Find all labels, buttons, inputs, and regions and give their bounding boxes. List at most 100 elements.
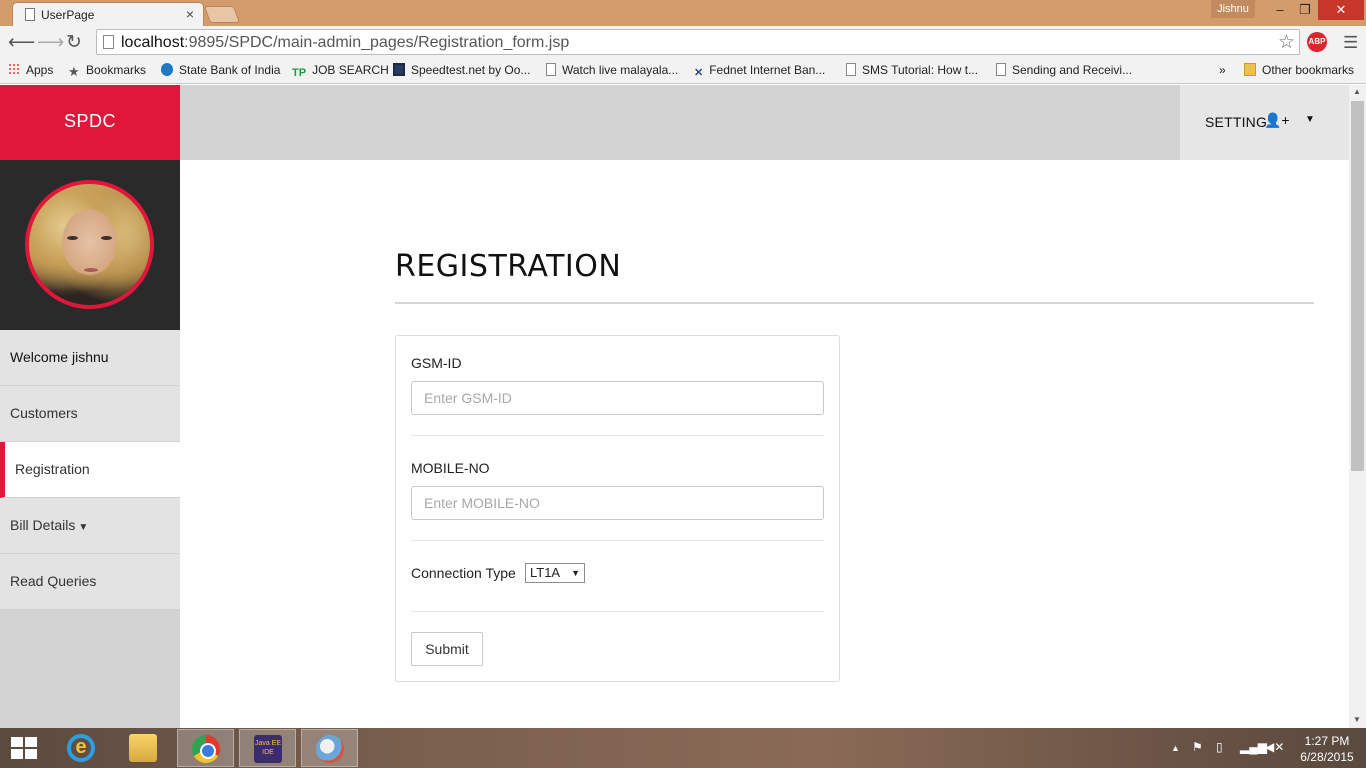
maximize-button[interactable]: ❐ <box>1293 0 1317 20</box>
registration-form: GSM-ID MOBILE-NO Connection Type LT1A ▼ … <box>395 335 840 682</box>
page-icon <box>996 63 1006 76</box>
bookmark-apps[interactable]: Apps <box>8 63 53 77</box>
internet-explorer-icon: e <box>67 734 95 762</box>
browser-toolbar: ⟵ ⟶ ↻ localhost:9895/SPDC/main-admin_pag… <box>0 26 1366 59</box>
bookmarks-overflow-button[interactable]: » <box>1219 63 1226 77</box>
tab-title: UserPage <box>41 8 95 22</box>
mobile-no-input[interactable] <box>411 486 824 520</box>
bookmark-speedtest[interactable]: Speedtest.net by Oo... <box>393 63 530 77</box>
star-icon: ★ <box>68 64 80 79</box>
java-ee-ide-icon: Java EE IDE <box>254 735 282 763</box>
taskbar-chrome[interactable] <box>177 729 234 767</box>
sidebar-item-bill-details[interactable]: Bill Details ▼ <box>0 498 180 554</box>
title-divider <box>395 302 1314 304</box>
brand-logo[interactable]: SPDC <box>0 85 180 160</box>
url-text[interactable]: localhost:9895/SPDC/main-admin_pages/Reg… <box>121 34 569 52</box>
action-center-flag-icon[interactable]: ⚑ <box>1192 740 1203 754</box>
bookmark-job-search[interactable]: TP JOB SEARCH <box>292 63 389 80</box>
browser-titlebar: UserPage × Jishnu – ❐ ✕ <box>0 0 1366 26</box>
sidebar-item-customers[interactable]: Customers <box>0 386 180 442</box>
network-signal-icon[interactable]: ▂▄▆ <box>1240 740 1267 754</box>
caret-down-icon: ▼ <box>1305 114 1315 125</box>
connection-type-value: LT1A <box>530 565 561 580</box>
page-viewport: SETTINGS 👤+ ▼ SPDC Welcome jishnu Custom… <box>0 85 1349 728</box>
top-navbar <box>180 85 1349 160</box>
avatar <box>25 180 154 309</box>
gsm-id-input[interactable] <box>411 381 824 415</box>
speedtest-icon <box>393 63 405 76</box>
clock-time: 1:27 PM <box>1304 734 1350 748</box>
system-clock[interactable]: 1:27 PM 6/28/2015 <box>1292 733 1362 765</box>
avatar-mouth <box>84 268 98 272</box>
taskbar-file-explorer[interactable] <box>115 729 172 767</box>
reload-icon[interactable]: ↻ <box>66 31 82 54</box>
close-window-button[interactable]: ✕ <box>1318 0 1364 20</box>
bookmark-bookmarks[interactable]: ★ Bookmarks <box>68 63 146 79</box>
profile-badge[interactable]: Jishnu <box>1211 0 1255 18</box>
bookmark-star-icon[interactable]: ☆ <box>1278 31 1295 54</box>
bookmark-malayalam[interactable]: Watch live malayala... <box>546 63 678 77</box>
page-icon <box>546 63 556 76</box>
windows-start-icon[interactable] <box>11 737 39 761</box>
chrome-icon <box>192 735 220 763</box>
connection-type-select[interactable]: LT1A ▼ <box>525 563 585 583</box>
sidebar-item-registration[interactable]: Registration <box>0 442 180 498</box>
address-bar[interactable]: localhost:9895/SPDC/main-admin_pages/Reg… <box>96 29 1300 55</box>
divider <box>411 435 824 436</box>
new-tab-button[interactable] <box>203 6 241 23</box>
windows-taskbar: e Java EE IDE ▲ ⚑ ▯ ▂▄▆ ◀✕ 1:27 PM 6/28/… <box>0 728 1366 768</box>
divider <box>411 540 824 541</box>
bookmark-sbi[interactable]: State Bank of India <box>161 63 280 77</box>
clock-date: 6/28/2015 <box>1300 750 1354 764</box>
divider <box>411 611 824 612</box>
page-icon <box>846 63 856 76</box>
select-arrow-icon: ▼ <box>571 568 580 578</box>
connection-type-label: Connection Type <box>411 565 516 581</box>
taskbar-paint[interactable] <box>301 729 358 767</box>
submit-button[interactable]: Submit <box>411 632 483 666</box>
tp-icon: TP <box>292 67 307 79</box>
adblock-icon[interactable]: ABP <box>1307 32 1327 52</box>
add-user-icon: 👤+ <box>1264 112 1290 128</box>
bookmark-sms-tutorial[interactable]: SMS Tutorial: How t... <box>846 63 978 77</box>
avatar-eye <box>67 236 78 240</box>
gsm-id-label: GSM-ID <box>411 355 462 371</box>
bookmarks-bar: Apps ★ Bookmarks State Bank of India TP JO… <box>0 59 1366 84</box>
chrome-menu-icon[interactable]: ☰ <box>1343 33 1358 53</box>
apps-icon <box>8 63 20 76</box>
folder-icon <box>1244 63 1256 76</box>
other-bookmarks[interactable]: Other bookmarks <box>1244 63 1354 77</box>
scrollbar-thumb[interactable] <box>1351 101 1364 471</box>
tab-close-icon[interactable]: × <box>186 6 194 22</box>
volume-muted-icon[interactable]: ◀✕ <box>1265 740 1284 754</box>
back-arrow-icon[interactable]: ⟵ <box>8 31 35 54</box>
minimize-button[interactable]: – <box>1268 0 1292 20</box>
taskbar-java-ee-ide[interactable]: Java EE IDE <box>239 729 296 767</box>
bookmark-fednet[interactable]: ✕ Fednet Internet Ban... <box>694 63 825 79</box>
page-icon <box>25 8 35 21</box>
mobile-no-label: MOBILE-NO <box>411 460 490 476</box>
sidebar-item-label: Bill Details <box>10 517 76 533</box>
avatar-eye <box>101 236 112 240</box>
scroll-down-icon[interactable]: ▼ <box>1353 715 1361 724</box>
settings-dropdown[interactable]: SETTINGS 👤+ ▼ <box>1180 85 1349 160</box>
page-title: REGISTRATION <box>395 249 622 284</box>
browser-tab[interactable]: UserPage × <box>12 2 204 26</box>
scroll-up-icon[interactable]: ▲ <box>1353 87 1361 96</box>
taskbar-internet-explorer[interactable]: e <box>53 729 110 767</box>
bookmark-sending[interactable]: Sending and Receivi... <box>996 63 1132 77</box>
show-hidden-icons[interactable]: ▲ <box>1171 743 1180 753</box>
page-scrollbar[interactable]: ▲ ▼ <box>1349 85 1366 728</box>
sidebar: SPDC Welcome jishnu Customers Registrati… <box>0 85 180 728</box>
welcome-text: Welcome jishnu <box>0 330 180 386</box>
caret-down-icon: ▼ <box>78 522 89 533</box>
page-icon <box>103 35 114 49</box>
profile-panel <box>0 160 180 330</box>
forward-arrow-icon[interactable]: ⟶ <box>37 31 64 54</box>
sbi-icon <box>161 63 173 76</box>
fednet-icon: ✕ <box>694 67 704 79</box>
file-explorer-icon <box>129 734 157 762</box>
sidebar-item-read-queries[interactable]: Read Queries <box>0 554 180 610</box>
power-icon[interactable]: ▯ <box>1216 740 1223 754</box>
paint-icon <box>316 735 344 763</box>
